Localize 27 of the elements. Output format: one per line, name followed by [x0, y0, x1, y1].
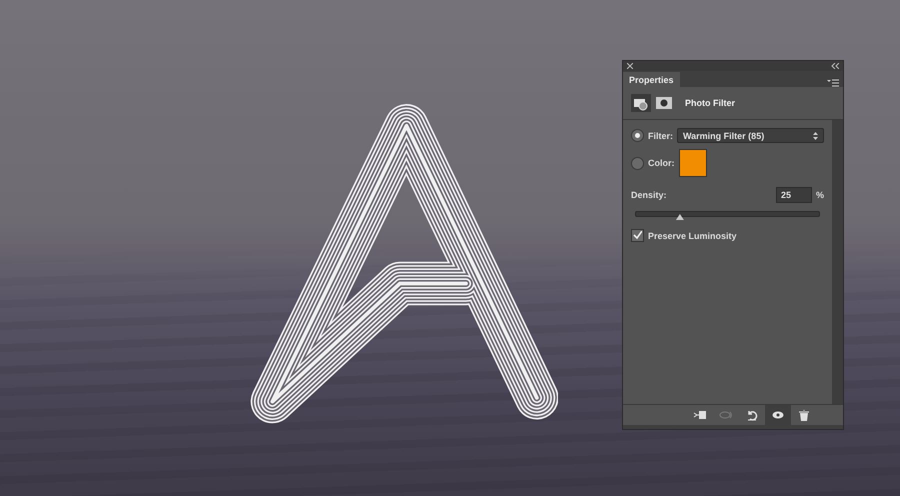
- radio-button[interactable]: [631, 129, 644, 142]
- stepper-icon: [813, 132, 818, 140]
- reset-icon: [746, 410, 758, 420]
- density-label: Density:: [631, 190, 667, 200]
- properties-tab[interactable]: Properties: [623, 72, 680, 87]
- camera-icon[interactable]: [631, 94, 651, 112]
- adjustment-title: Photo Filter: [685, 98, 735, 108]
- percent-unit: %: [816, 190, 824, 200]
- clip-to-layer-icon: [693, 410, 707, 420]
- slider-thumb[interactable]: [676, 214, 684, 220]
- color-swatch[interactable]: [678, 149, 706, 177]
- checkbox[interactable]: [631, 229, 644, 242]
- radio-button[interactable]: [631, 156, 644, 170]
- panel-menu-icon[interactable]: [827, 79, 839, 87]
- checkmark-icon: [633, 231, 642, 240]
- scrollbar[interactable]: [832, 120, 843, 404]
- filter-dropdown[interactable]: Warming Filter (85): [677, 128, 824, 143]
- option-label: Color:: [648, 158, 674, 168]
- trash-icon: [799, 410, 809, 420]
- collapse-icon[interactable]: [831, 63, 839, 69]
- toolbar-button[interactable]: [765, 405, 791, 425]
- checkbox-label: Preserve Luminosity: [648, 230, 737, 240]
- mask-icon[interactable]: [656, 97, 672, 109]
- eye-icon: [772, 411, 784, 419]
- close-icon[interactable]: [627, 63, 633, 69]
- density-field[interactable]: 25: [776, 187, 812, 203]
- option-label: Filter:: [648, 130, 674, 140]
